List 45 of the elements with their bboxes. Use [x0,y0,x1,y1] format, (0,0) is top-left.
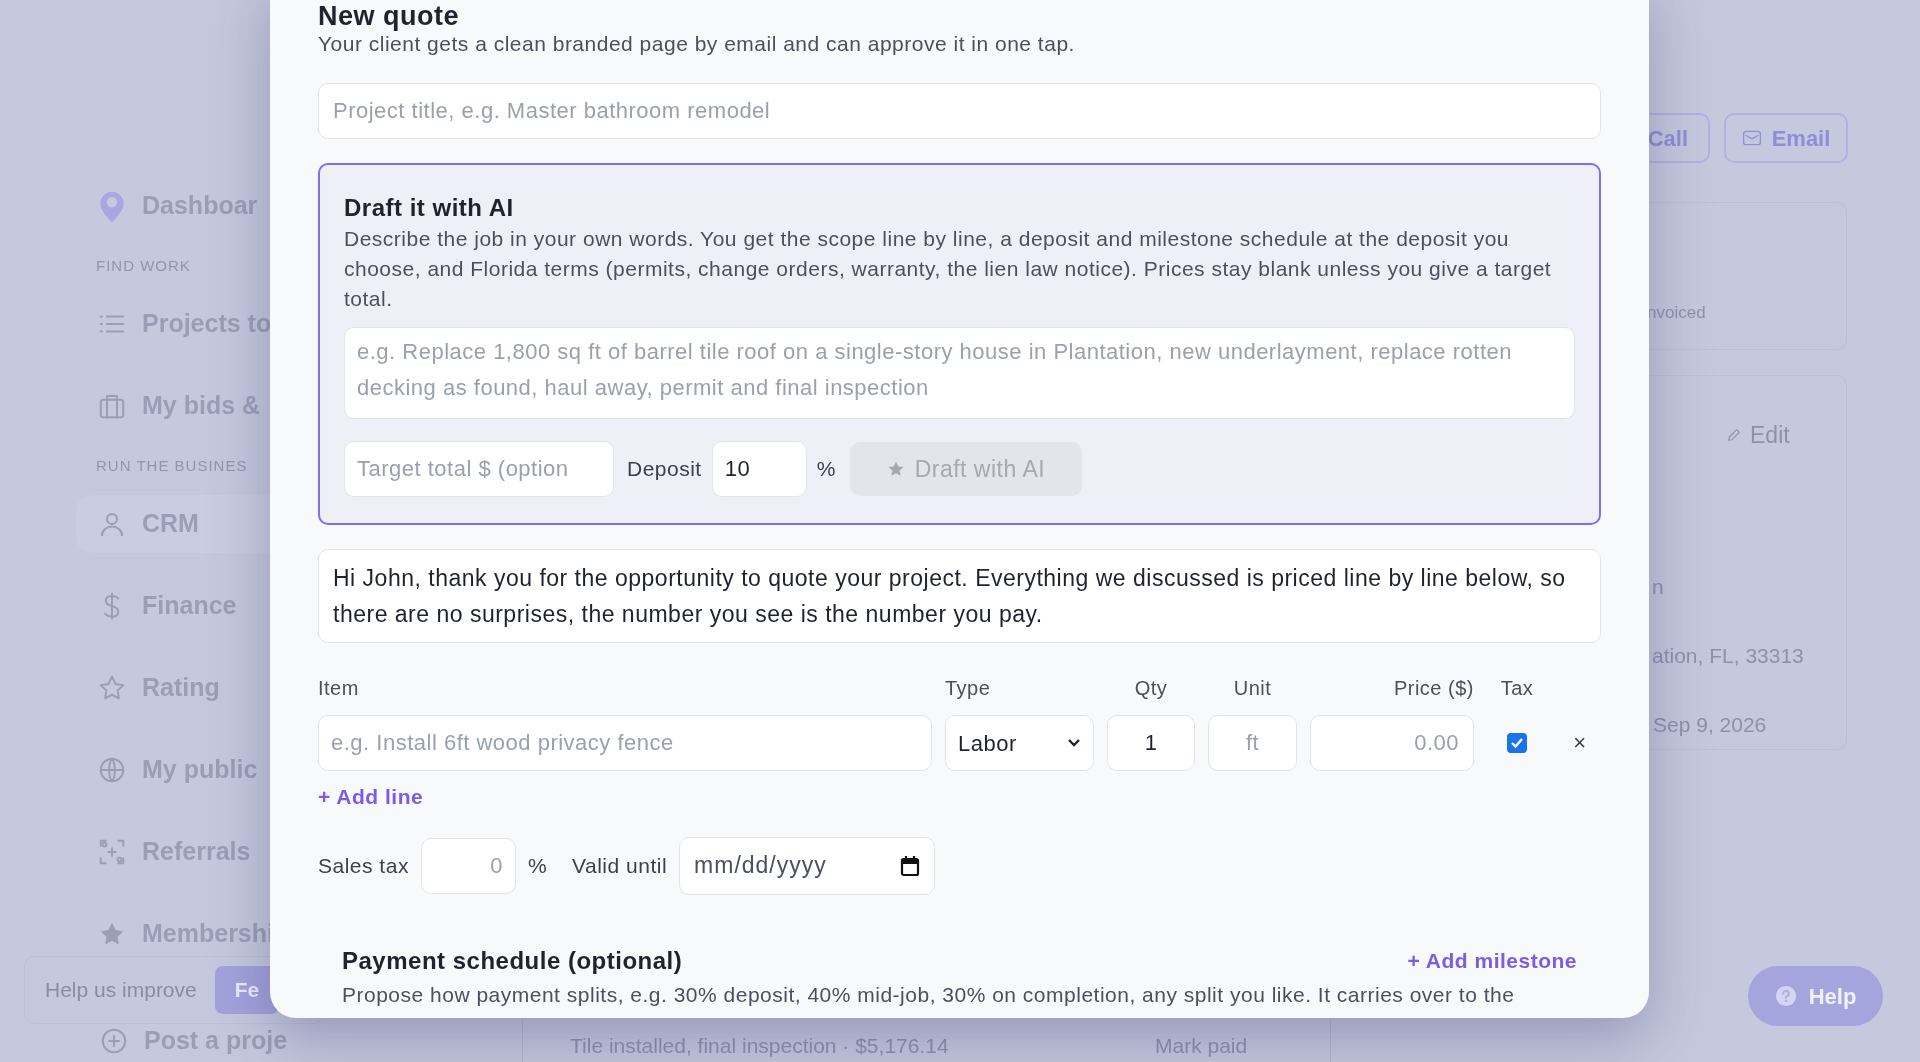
deposit-label: Deposit [627,456,702,483]
add-line-link[interactable]: + Add line [318,781,424,813]
quantity-field[interactable]: 1 [1107,715,1195,771]
section-description: Propose how payment splits, e.g. 30% deposit, 40% mid-job, 30% on completion, any split you like. It carries over to the [341,981,1516,1008]
pencil-icon [1726,427,1742,444]
chevron-icon [1067,738,1081,748]
sales-tax-label: Sales tax [318,852,409,879]
dialog-subtitle: Your client gets a clean branded page by email and can approve it in one tap. [318,31,1076,57]
deposit-field[interactable]: 10 [711,441,807,497]
help-icon [1774,985,1797,1007]
feedback-prompt: Help us improve [45,977,197,1004]
help-button[interactable]: Help [1748,966,1883,1026]
percent-sign: % [816,456,836,483]
column-header: Price ($) [1392,676,1474,701]
price-field[interactable]: 0.00 [1310,715,1474,771]
sales-tax-field[interactable]: 0 [420,837,516,894]
unit-field[interactable]: ft [1208,715,1297,771]
column-header: Item [318,676,360,701]
status-text: nvoiced [1647,302,1706,324]
panel-title: Draft it with AI [344,193,515,223]
job-description-field[interactable]: e.g. Replace 1,800 sq ft of barrel tile roof on a single-story house in Plantation, new underlayment, replace rotten decking as found, haul away, permit and final inspection [344,327,1575,419]
item-field[interactable]: e.g. Install 6ft wood privacy fence [318,715,932,771]
target-total-field[interactable]: Target total $ (option [344,441,614,497]
percent-sign: % [527,852,548,879]
calendar-icon [900,854,921,877]
section-title: Payment schedule (optional) [342,945,683,976]
type-select[interactable]: Labor [945,715,1094,771]
email-button[interactable]: Email [1724,113,1848,163]
edit-button[interactable]: Edit [1726,418,1790,453]
valid-until-label: Valid until [572,852,668,879]
column-header: Qty [1133,676,1169,701]
remove-line-button[interactable]: × [1573,732,1587,754]
add-milestone-link[interactable]: + Add milestone [1407,944,1577,977]
date-field[interactable]: mm/dd/yyyy [679,836,936,895]
message-field[interactable]: Hi John, thank you for the opportunity to quote your project. Everything we discussed is priced line by line below, so there are no surprises, the number you see is the number you pay. [318,549,1601,643]
checkmark-icon [1510,737,1524,749]
tax-checkbox[interactable] [1507,733,1527,753]
panel-description: Describe the job in your own words. You get the scope line by line, a deposit and milestone schedule at the deposit you choose, and Florida terms (permits, change orders, warranty, the lien law notice). Prices stay blank unless you give a target total. [344,226,1553,312]
project-title-field[interactable]: Project title, e.g. Master bathroom remodel [318,83,1601,139]
dialog-title: New quote [318,1,460,31]
star-icon [886,460,905,478]
column-header: Tax [1499,676,1535,701]
column-header: Type [945,676,992,701]
mail-icon [1741,129,1762,147]
column-header: Unit [1232,676,1273,701]
